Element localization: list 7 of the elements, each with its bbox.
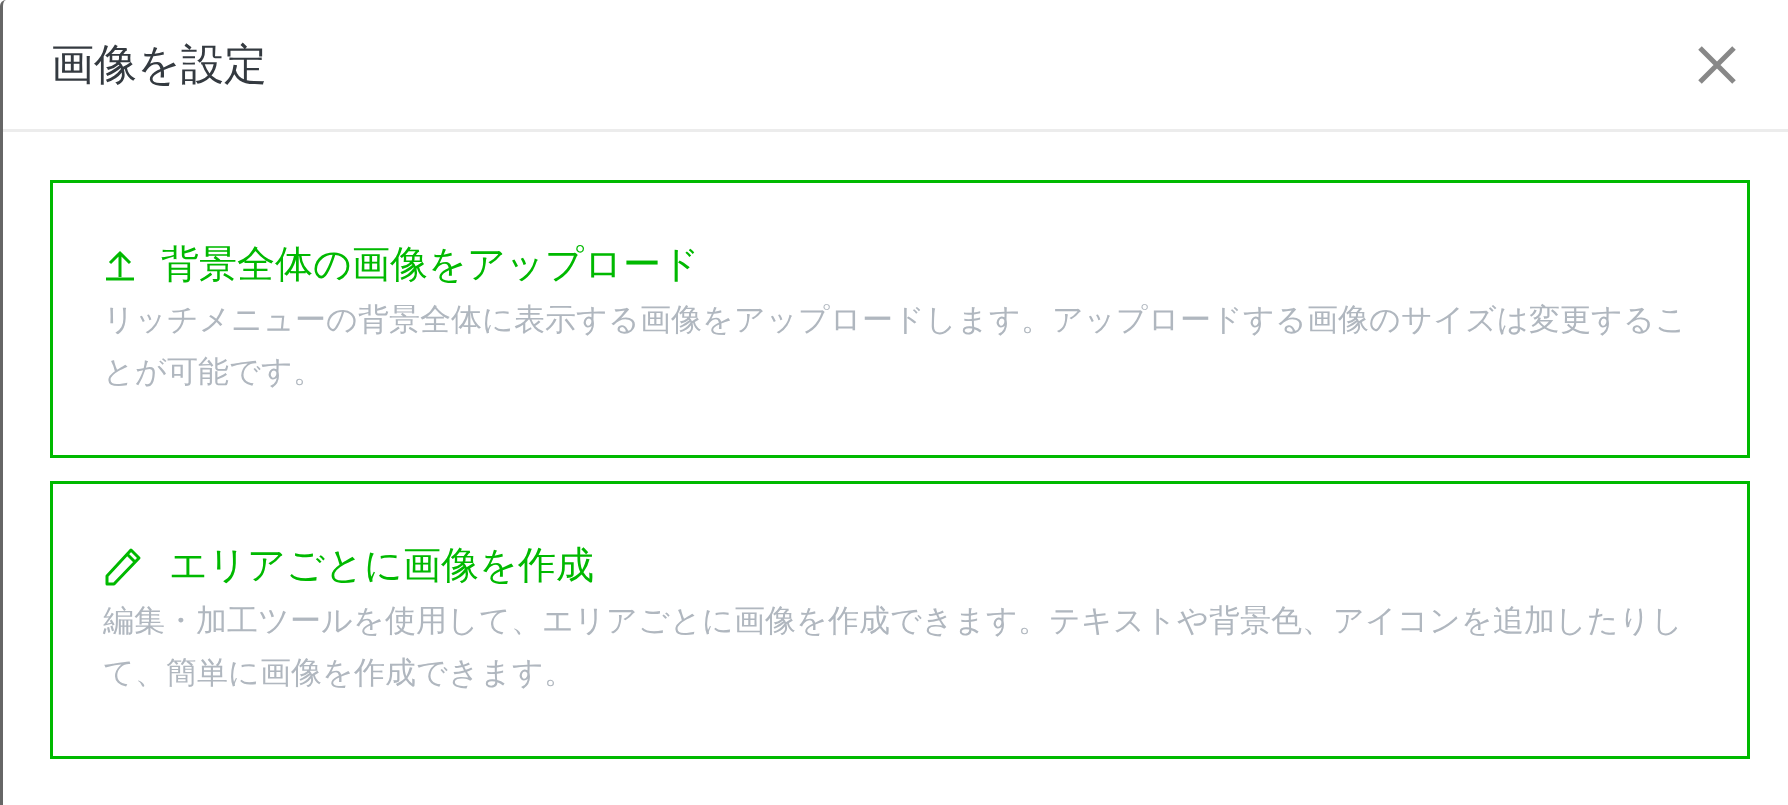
- dialog-title: 画像を設定: [51, 37, 267, 91]
- option-card[interactable]: エリアごとに画像を作成 編集・加工ツールを使用して、エリアごとに画像を作成できます。テキストや背景色、アイコンを追加したりして、簡単に画像を作成できます。: [50, 481, 1750, 759]
- option-description: リッチメニューの背景全体に表示する画像をアップロードします。アップロードする画像のサイズは変更することが可能です。: [103, 300, 1688, 391]
- option-description: 編集・加工ツールを使用して、エリアごとに画像を作成できます。テキストや背景色、アイコンを追加したりして、簡単に画像を作成できます。: [103, 601, 1684, 692]
- option-title: エリアごとに画像を作成: [169, 542, 594, 589]
- option-title: 背景全体の画像をアップロード: [161, 241, 700, 288]
- option-card[interactable]: 背景全体の画像をアップロード リッチメニューの背景全体に表示する画像をアップロードします。アップロードする画像のサイズは変更することが可能です。: [50, 180, 1750, 458]
